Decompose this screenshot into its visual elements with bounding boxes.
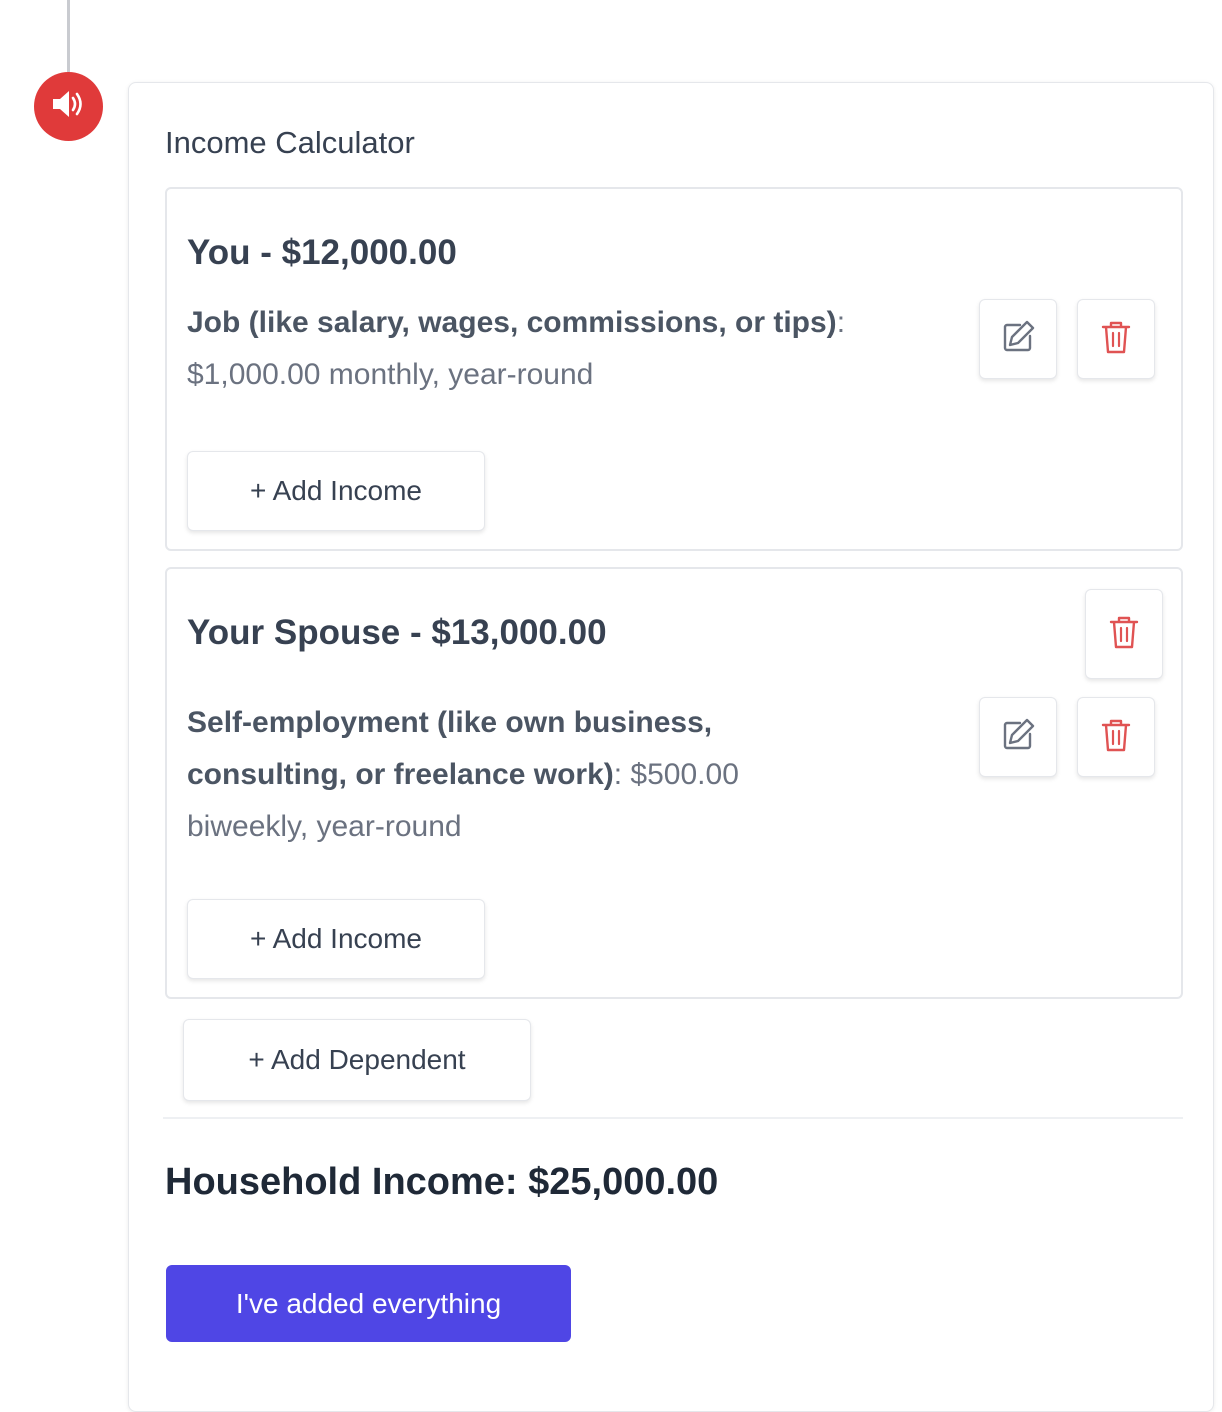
done-button[interactable]: I've added everything bbox=[166, 1265, 571, 1342]
edit-income-button[interactable] bbox=[979, 697, 1057, 777]
timeline-line bbox=[67, 0, 70, 72]
member-name: You - $12,000.00 bbox=[187, 233, 457, 272]
income-entry: Self-employment (like own business, cons… bbox=[187, 697, 867, 853]
divider bbox=[163, 1117, 1183, 1119]
member-section-you: You - $12,000.00 Job (like salary, wages… bbox=[165, 187, 1183, 551]
household-income: Household Income: $25,000.00 bbox=[165, 1161, 719, 1203]
member-name: Your Spouse - $13,000.00 bbox=[187, 613, 607, 652]
edit-icon bbox=[998, 317, 1038, 362]
member-section-spouse: Your Spouse - $13,000.00 Self-employment… bbox=[165, 567, 1183, 999]
speaker-icon bbox=[50, 87, 88, 126]
edit-income-button[interactable] bbox=[979, 299, 1057, 379]
income-type: Job (like salary, wages, commissions, or… bbox=[187, 306, 837, 339]
add-income-button[interactable]: + Add Income bbox=[187, 899, 485, 979]
add-income-button[interactable]: + Add Income bbox=[187, 451, 485, 531]
income-entry: Job (like salary, wages, commissions, or… bbox=[187, 297, 867, 401]
card-title: Income Calculator bbox=[165, 125, 415, 160]
add-dependent-button[interactable]: + Add Dependent bbox=[183, 1019, 531, 1101]
trash-icon bbox=[1098, 715, 1134, 760]
trash-icon bbox=[1106, 612, 1142, 657]
speaker-button[interactable] bbox=[34, 72, 103, 141]
income-calculator-card: Income Calculator You - $12,000.00 Job (… bbox=[128, 82, 1214, 1412]
trash-icon bbox=[1098, 317, 1134, 362]
delete-income-button[interactable] bbox=[1077, 299, 1155, 379]
edit-icon bbox=[998, 715, 1038, 760]
delete-income-button[interactable] bbox=[1077, 697, 1155, 777]
delete-member-button[interactable] bbox=[1085, 589, 1163, 679]
